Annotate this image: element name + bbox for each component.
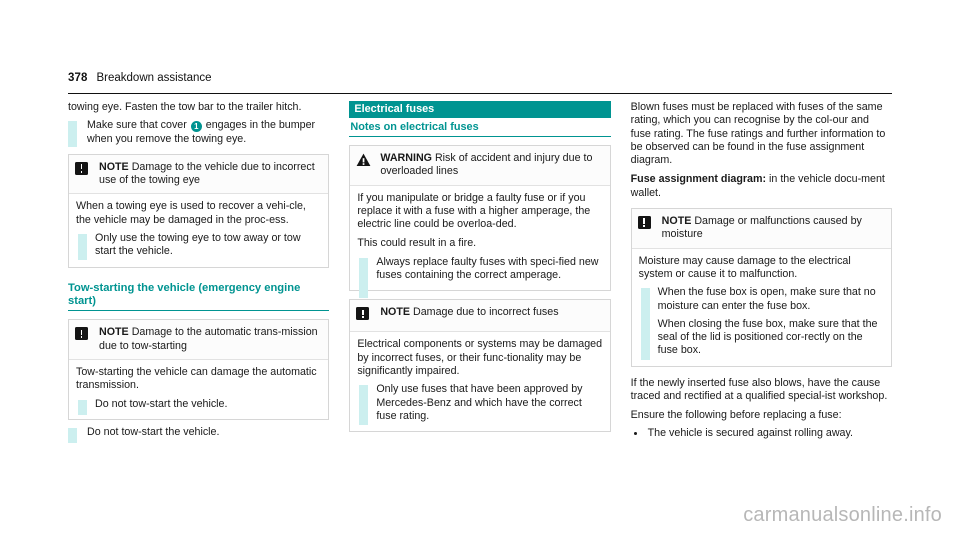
step-highlight-bar <box>78 234 87 261</box>
note-box-moisture: NOTE Damage or malfunctions caused by mo… <box>630 208 892 367</box>
note-step-wrap: Only use fuses that have been approved b… <box>357 383 602 426</box>
left-final-step-wrap: Do not tow-start the vehicle. <box>68 426 329 443</box>
step-highlight-bar <box>68 427 77 443</box>
warning-box-title: WARNING Risk of accident and injury due … <box>380 152 602 179</box>
left-final-step-text: Do not tow-start the vehicle. <box>87 425 220 438</box>
note-box-header: NOTE Damage or malfunctions caused by mo… <box>631 209 891 249</box>
note-box-tow-starting: NOTE Damage to the automatic trans-missi… <box>68 319 330 420</box>
bullet-text: The vehicle is secured against rolling a… <box>647 426 853 439</box>
left-step-1-part1: Make sure that cover <box>87 119 187 132</box>
page-header: 378 Breakdown assistance <box>68 72 892 94</box>
note-box-body: Electrical components or systems may be … <box>350 332 609 431</box>
note-label: NOTE <box>99 160 129 173</box>
note-label: NOTE <box>380 306 411 319</box>
note-box-towing-eye: NOTE Damage to the vehicle due to incorr… <box>68 153 330 268</box>
warning-body-paragraph-2: This could result in a fire. <box>357 237 477 250</box>
warning-box-header: WARNING Risk of accident and injury due … <box>350 146 610 186</box>
step-highlight-bar <box>68 121 77 148</box>
note-box-body: Tow-starting the vehicle can damage the … <box>69 360 328 419</box>
section-title-tow-starting: Tow-starting the vehicle (emergency engi… <box>68 282 330 312</box>
note-icon <box>637 215 662 242</box>
note-box-header: NOTE Damage due to incorrect fuses <box>350 300 610 333</box>
warning-box-overloaded-lines: WARNING Risk of accident and injury due … <box>349 145 611 298</box>
sub-title-notes-on-electrical-fuses: Notes on electrical fuses <box>349 118 611 137</box>
note-label: NOTE <box>661 215 692 228</box>
fuse-assignment-diagram-line: Fuse assignment diagram: in the vehicle … <box>631 173 892 200</box>
note-title-text: Damage to the automatic trans-mission du… <box>99 326 318 352</box>
fuse-assignment-diagram-label: Fuse assignment diagram: <box>630 173 767 186</box>
note-icon <box>75 326 99 353</box>
note-step: Only use fuses that have been approved b… <box>357 383 602 423</box>
band-title-electrical-fuses: Electrical fuses <box>349 101 611 118</box>
step-highlight-bar <box>359 385 369 426</box>
warning-box-body: If you manipulate or bridge a faulty fus… <box>350 186 609 298</box>
note-body-text: Tow-starting the vehicle can damage the … <box>76 366 317 392</box>
note-step-1-text: When the fuse box is open, make sure tha… <box>657 286 876 312</box>
step-highlight-bar <box>78 399 87 415</box>
warning-body-paragraph-1: If you manipulate or bridge a faulty fus… <box>357 191 591 231</box>
note-step-1: When the fuse box is open, make sure tha… <box>639 286 884 313</box>
warning-triangle-icon <box>356 152 380 179</box>
right-paragraph-1: Blown fuses must be replaced with fuses … <box>630 101 886 167</box>
watermark: carmanualsonline.info <box>743 504 942 526</box>
page-number: 378 <box>68 72 88 84</box>
left-step-1-text: Make sure that cover 1 engages in the bu… <box>87 119 329 146</box>
note-box-header: NOTE Damage to the automatic trans-missi… <box>69 320 329 361</box>
left-final-step: Do not tow-start the vehicle. <box>68 426 329 439</box>
note-box-title: NOTE Damage or malfunctions caused by mo… <box>662 215 884 242</box>
note-box-title: NOTE Damage to the vehicle due to incorr… <box>99 161 321 188</box>
list-item: The vehicle is secured against rolling a… <box>631 427 892 440</box>
note-step: Do not tow-start the vehicle. <box>76 398 321 411</box>
note-icon <box>75 161 99 188</box>
warning-step: Always replace faulty fuses with speci-f… <box>357 256 602 283</box>
note-step-2: When closing the fuse box, make sure tha… <box>639 318 884 358</box>
left-step-1-wrap: Make sure that cover 1 engages in the bu… <box>68 119 329 148</box>
note-box-incorrect-fuses: NOTE Damage due to incorrect fuses Elect… <box>349 299 611 433</box>
warning-step-text: Always replace faulty fuses with speci-f… <box>376 255 599 282</box>
note-label: NOTE <box>99 326 129 339</box>
step-highlight-bar <box>359 257 369 298</box>
middle-column: Electrical fuses Notes on electrical fus… <box>349 101 611 440</box>
note-icon <box>356 306 380 325</box>
note-step: Only use the towing eye to tow away or t… <box>76 232 321 259</box>
reference-marker-1: 1 <box>190 121 202 133</box>
note-box-title: NOTE Damage to the automatic trans-missi… <box>99 326 321 353</box>
note-step-wrap: Only use the towing eye to tow away or t… <box>76 232 321 261</box>
note-box-title: NOTE Damage due to incorrect fuses <box>380 306 558 325</box>
note-box-body: When a towing eye is used to recover a v… <box>69 194 328 266</box>
note-step-1-wrap: When the fuse box is open, make sure tha… <box>639 286 884 329</box>
note-body-text: Electrical components or systems may be … <box>357 338 603 377</box>
note-body-text: Moisture may cause damage to the electri… <box>638 254 851 280</box>
left-column: towing eye. Fasten the tow bar to the tr… <box>68 101 330 443</box>
right-column: Blown fuses must be replaced with fuses … <box>630 101 892 440</box>
note-step-2-wrap: When closing the fuse box, make sure tha… <box>639 318 884 360</box>
right-paragraph-2: If the newly inserted fuse also blows, h… <box>630 376 888 403</box>
step-highlight-bar <box>640 319 650 360</box>
note-step-text: Do not tow-start the vehicle. <box>95 397 228 410</box>
note-step-2-text: When closing the fuse box, make sure tha… <box>657 317 878 357</box>
note-step-text: Only use fuses that have been approved b… <box>376 383 583 422</box>
warning-label: WARNING <box>380 152 432 164</box>
warning-step-wrap: Always replace faulty fuses with speci-f… <box>357 256 602 298</box>
right-paragraph-3: Ensure the following before replacing a … <box>630 409 842 422</box>
note-box-header: NOTE Damage to the vehicle due to incorr… <box>69 154 329 195</box>
note-title-text: Damage due to incorrect fuses <box>413 306 559 319</box>
left-intro-paragraph: towing eye. Fasten the tow bar to the tr… <box>68 101 302 113</box>
note-step-wrap: Do not tow-start the vehicle. <box>76 398 321 415</box>
page-columns: towing eye. Fasten the tow bar to the tr… <box>68 101 892 443</box>
bullet-dot-icon <box>631 427 648 440</box>
note-title-text: Damage to the vehicle due to incorrect u… <box>99 160 315 187</box>
right-bullet-list: The vehicle is secured against rolling a… <box>631 427 892 440</box>
note-body-text: When a towing eye is used to recover a v… <box>76 200 306 226</box>
chapter-title: Breakdown assistance <box>96 72 212 84</box>
note-title-text: Damage or malfunctions caused by moistur… <box>661 215 862 241</box>
left-step-1: Make sure that cover 1 engages in the bu… <box>68 119 329 146</box>
note-step-text: Only use the towing eye to tow away or t… <box>95 232 301 258</box>
note-box-body: Moisture may cause damage to the electri… <box>632 249 891 366</box>
